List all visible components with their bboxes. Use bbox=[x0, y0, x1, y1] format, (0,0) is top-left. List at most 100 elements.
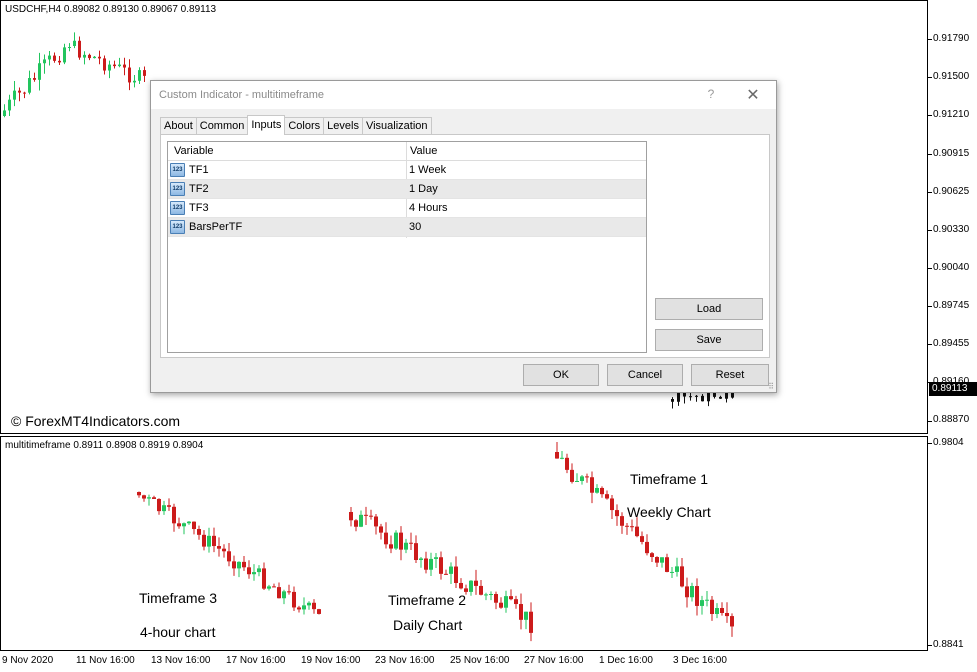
annotation-tf3-subtitle: 4-hour chart bbox=[140, 624, 216, 640]
candle-body bbox=[88, 54, 91, 59]
variable-value[interactable]: 4 Hours bbox=[409, 202, 448, 214]
column-header-value[interactable]: Value bbox=[410, 145, 437, 157]
candle-body bbox=[83, 54, 86, 58]
column-header-variable[interactable]: Variable bbox=[174, 145, 214, 157]
variable-value[interactable]: 30 bbox=[409, 221, 421, 233]
price-label: 0.90040 bbox=[933, 262, 970, 273]
resize-grip-icon[interactable]: ⠿ bbox=[768, 382, 774, 391]
price-label: 0.91210 bbox=[933, 109, 970, 120]
candle-body bbox=[429, 558, 433, 570]
candle-body bbox=[499, 602, 503, 608]
candle-body bbox=[615, 510, 619, 517]
candle-body bbox=[157, 498, 161, 512]
candle-body bbox=[374, 516, 378, 527]
candle-body bbox=[570, 469, 574, 482]
candle-body bbox=[474, 580, 478, 586]
candle-body bbox=[655, 557, 659, 563]
candle-body bbox=[719, 396, 722, 399]
time-label: 9 Nov 2020 bbox=[2, 655, 54, 666]
candle-body bbox=[262, 568, 266, 589]
candle-body bbox=[369, 515, 373, 517]
candle-body bbox=[257, 568, 261, 573]
cancel-button[interactable]: Cancel bbox=[607, 364, 683, 386]
candle-body bbox=[504, 596, 508, 608]
tab-inputs[interactable]: Inputs bbox=[247, 115, 286, 135]
price-label: 0.90915 bbox=[933, 148, 970, 159]
candle-body bbox=[630, 526, 634, 528]
candle-body bbox=[197, 529, 201, 535]
price-label: 0.89455 bbox=[933, 338, 970, 349]
candle-body bbox=[725, 612, 729, 617]
candle-body bbox=[137, 492, 141, 496]
candle-body bbox=[242, 561, 246, 568]
candle-body bbox=[565, 457, 569, 470]
candle-body bbox=[660, 557, 664, 563]
candle-body bbox=[143, 70, 146, 76]
indicator-axis-tick bbox=[928, 645, 932, 646]
candle-body bbox=[409, 542, 413, 544]
indicator-axis-tick bbox=[928, 443, 932, 444]
indicator-axis-bottom: 0.8841 bbox=[933, 639, 964, 650]
candle-body bbox=[23, 92, 26, 94]
price-tick bbox=[928, 268, 932, 269]
candle-body bbox=[384, 532, 388, 545]
price-label: 0.89745 bbox=[933, 300, 970, 311]
candle-body bbox=[680, 566, 684, 587]
variable-value[interactable]: 1 Day bbox=[409, 183, 438, 195]
dialog-titlebar[interactable]: Custom Indicator - multitimeframe ? ✕ bbox=[151, 81, 776, 109]
close-icon[interactable]: ✕ bbox=[745, 85, 761, 105]
candle-body bbox=[479, 585, 483, 595]
candle-body bbox=[108, 64, 111, 71]
tab-levels[interactable]: Levels bbox=[323, 117, 363, 135]
variable-value[interactable]: 1 Week bbox=[409, 164, 446, 176]
candle-body bbox=[349, 512, 353, 521]
reset-button[interactable]: Reset bbox=[691, 364, 769, 386]
candle-body bbox=[444, 573, 448, 575]
candle-body bbox=[142, 495, 146, 499]
table-row[interactable]: 123 TF2 1 Day bbox=[168, 180, 646, 199]
time-label: 11 Nov 16:00 bbox=[76, 655, 135, 666]
tab-about[interactable]: About bbox=[160, 117, 197, 135]
candle-body bbox=[600, 487, 604, 495]
price-label: 0.91790 bbox=[933, 33, 970, 44]
candle-body bbox=[585, 476, 589, 478]
candle-body bbox=[123, 64, 126, 68]
table-row[interactable]: 123 TF3 4 Hours bbox=[168, 199, 646, 218]
candle-body bbox=[172, 506, 176, 524]
candle-body bbox=[625, 525, 629, 527]
candle-body bbox=[312, 602, 316, 610]
candle-body bbox=[277, 587, 281, 599]
candle-body bbox=[379, 526, 383, 533]
candle-body bbox=[645, 541, 649, 554]
candle-body bbox=[267, 586, 271, 589]
indicator-axis: 0.9804 0.8841 bbox=[928, 436, 977, 651]
indicator-axis-top: 0.9804 bbox=[933, 437, 964, 448]
candle-body bbox=[434, 557, 438, 559]
tab-colors[interactable]: Colors bbox=[284, 117, 325, 135]
annotation-tf3-title: Timeframe 3 bbox=[139, 590, 218, 606]
price-tick bbox=[928, 154, 932, 155]
inputs-grid[interactable]: Variable Value 123 TF1 1 Week 123 TF2 1 … bbox=[167, 141, 647, 353]
tab-common[interactable]: Common bbox=[195, 117, 249, 135]
help-icon[interactable]: ? bbox=[705, 87, 717, 101]
tab-visualization[interactable]: Visualization bbox=[361, 117, 432, 135]
candle-body bbox=[118, 64, 121, 67]
custom-indicator-dialog[interactable]: Custom Indicator - multitimeframe ? ✕ Ab… bbox=[150, 80, 777, 393]
candle-body bbox=[18, 90, 21, 93]
candle-body bbox=[287, 591, 291, 593]
time-label: 25 Nov 16:00 bbox=[450, 655, 510, 666]
candle-body bbox=[514, 599, 518, 605]
table-row[interactable]: 123 BarsPerTF 30 bbox=[168, 218, 646, 237]
candle-body bbox=[715, 608, 719, 614]
ok-button[interactable]: OK bbox=[523, 364, 599, 386]
table-row[interactable]: 123 TF1 1 Week bbox=[168, 161, 646, 180]
inputs-panel: Variable Value 123 TF1 1 Week 123 TF2 1 … bbox=[160, 134, 770, 358]
indicator-window[interactable]: multitimeframe 0.8911 0.8908 0.8919 0.89… bbox=[0, 436, 928, 651]
candle-body bbox=[63, 47, 66, 63]
candle-body bbox=[730, 616, 734, 627]
candle-body bbox=[33, 78, 36, 80]
candle-body bbox=[695, 395, 698, 397]
save-button[interactable]: Save bbox=[655, 329, 763, 351]
load-button[interactable]: Load bbox=[655, 298, 763, 320]
candle-body bbox=[222, 548, 226, 552]
